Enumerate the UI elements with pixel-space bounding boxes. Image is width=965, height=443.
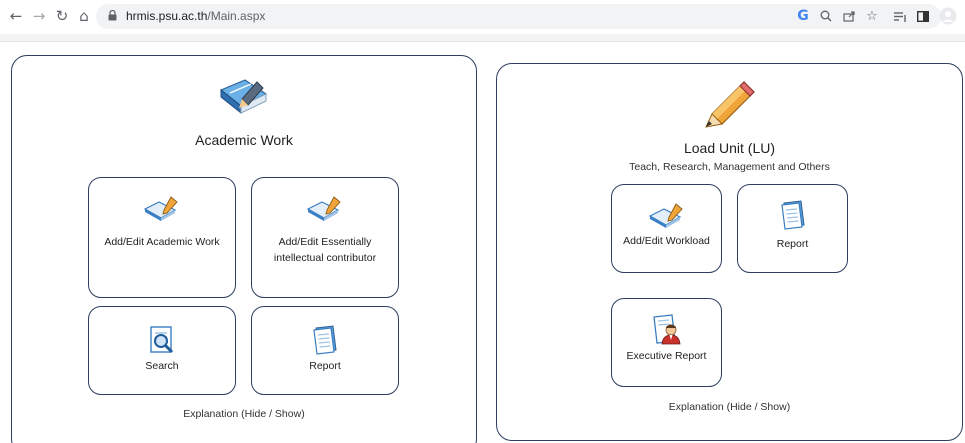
report-document-icon bbox=[313, 325, 337, 355]
url-host: hrmis.psu.ac.th bbox=[126, 9, 208, 23]
url-text: hrmis.psu.ac.th/Main.aspx bbox=[126, 9, 265, 23]
home-icon[interactable]: ⌂ bbox=[74, 6, 94, 26]
zoom-icon[interactable] bbox=[816, 6, 836, 26]
side-panel-icon[interactable] bbox=[913, 6, 933, 26]
panel-subtitle: Teach, Research, Management and Others bbox=[629, 161, 830, 173]
profile-avatar-icon[interactable] bbox=[938, 6, 958, 26]
explanation-toggle[interactable]: Explanation (Hide / Show) bbox=[497, 401, 962, 413]
search-button[interactable]: Search bbox=[88, 306, 236, 395]
pencil-icon bbox=[705, 81, 755, 128]
page-top-strip bbox=[0, 34, 965, 42]
report-document-icon bbox=[780, 200, 805, 230]
report-button[interactable]: Report bbox=[737, 184, 848, 273]
url-path: /Main.aspx bbox=[207, 9, 266, 23]
edit-book-icon bbox=[143, 196, 178, 221]
reload-icon[interactable]: ↻ bbox=[52, 6, 72, 26]
executive-report-button[interactable]: Executive Report bbox=[611, 298, 722, 387]
card-label: Search bbox=[145, 360, 179, 372]
explanation-toggle[interactable]: Explanation (Hide / Show) bbox=[12, 408, 476, 420]
card-label: Add/Edit Essentially intellectual contri… bbox=[273, 236, 377, 264]
card-label: Executive Report bbox=[626, 350, 707, 362]
panel-title: Load Unit (LU) bbox=[683, 140, 776, 156]
share-icon[interactable] bbox=[839, 6, 859, 26]
lock-icon bbox=[108, 10, 117, 21]
back-arrow-icon[interactable]: ← bbox=[6, 6, 26, 26]
add-edit-essentially-intellectual-contributor-button[interactable]: Add/Edit Essentially intellectual contri… bbox=[251, 177, 399, 298]
reading-list-icon[interactable] bbox=[890, 6, 910, 26]
address-bar[interactable]: hrmis.psu.ac.th/Main.aspx bbox=[96, 4, 941, 29]
edit-book-icon bbox=[648, 203, 683, 228]
panel-title: Academic Work bbox=[195, 132, 293, 148]
book-icon bbox=[219, 79, 268, 115]
edit-book-icon bbox=[306, 196, 341, 221]
card-label: Add/Edit Workload bbox=[623, 235, 710, 247]
forward-arrow-icon[interactable]: → bbox=[29, 6, 49, 26]
academic-work-panel: Academic Work Add/Edit Academic Work Add… bbox=[11, 55, 477, 443]
add-edit-academic-work-button[interactable]: Add/Edit Academic Work bbox=[88, 177, 236, 298]
card-label: Report bbox=[309, 360, 341, 372]
add-edit-workload-button[interactable]: Add/Edit Workload bbox=[611, 184, 722, 273]
executive-report-icon bbox=[652, 314, 680, 345]
search-document-icon bbox=[150, 326, 174, 354]
load-unit-panel: Load Unit (LU) Teach, Research, Manageme… bbox=[496, 63, 963, 441]
browser-toolbar: ← → ↻ ⌂ hrmis.psu.ac.th/Main.aspx G ☆ bbox=[0, 0, 965, 34]
bookmark-star-icon[interactable]: ☆ bbox=[862, 6, 882, 26]
card-label: Add/Edit Academic Work bbox=[104, 236, 220, 248]
google-g-icon[interactable]: G bbox=[793, 6, 813, 26]
card-label: Report bbox=[776, 238, 809, 250]
report-button[interactable]: Report bbox=[251, 306, 399, 395]
